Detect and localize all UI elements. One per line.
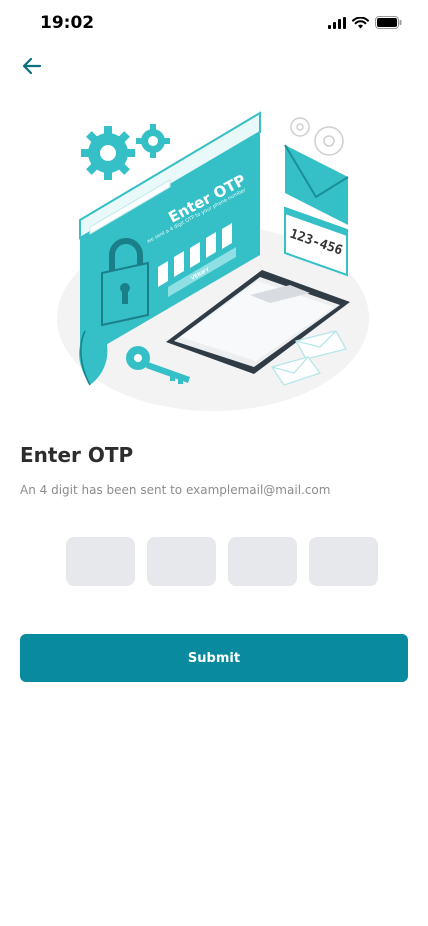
submit-button[interactable]: Submit: [20, 634, 408, 682]
status-bar: 19:02: [0, 0, 428, 44]
otp-digit-4[interactable]: [309, 537, 378, 586]
signal-icon: [328, 16, 346, 29]
status-icons: [328, 16, 402, 29]
gear-icon: [136, 124, 170, 158]
battery-icon: [375, 16, 402, 29]
otp-input-group: [66, 537, 378, 586]
arrow-left-icon: [22, 57, 42, 75]
otp-digit-3[interactable]: [228, 537, 297, 586]
gear-icon: [81, 126, 135, 180]
gear-outline-icon: [290, 117, 344, 156]
otp-digit-2[interactable]: [147, 537, 216, 586]
otp-illustration: Enter OTP we sent a 4 digit OTP to your …: [57, 111, 369, 411]
status-time: 19:02: [40, 13, 95, 33]
back-button[interactable]: [18, 52, 46, 80]
otp-digit-1[interactable]: [66, 537, 135, 586]
page-title: Enter OTP: [20, 443, 134, 467]
page-subtitle: An 4 digit has been sent to examplemail@…: [20, 483, 331, 497]
wifi-icon: [352, 16, 369, 28]
